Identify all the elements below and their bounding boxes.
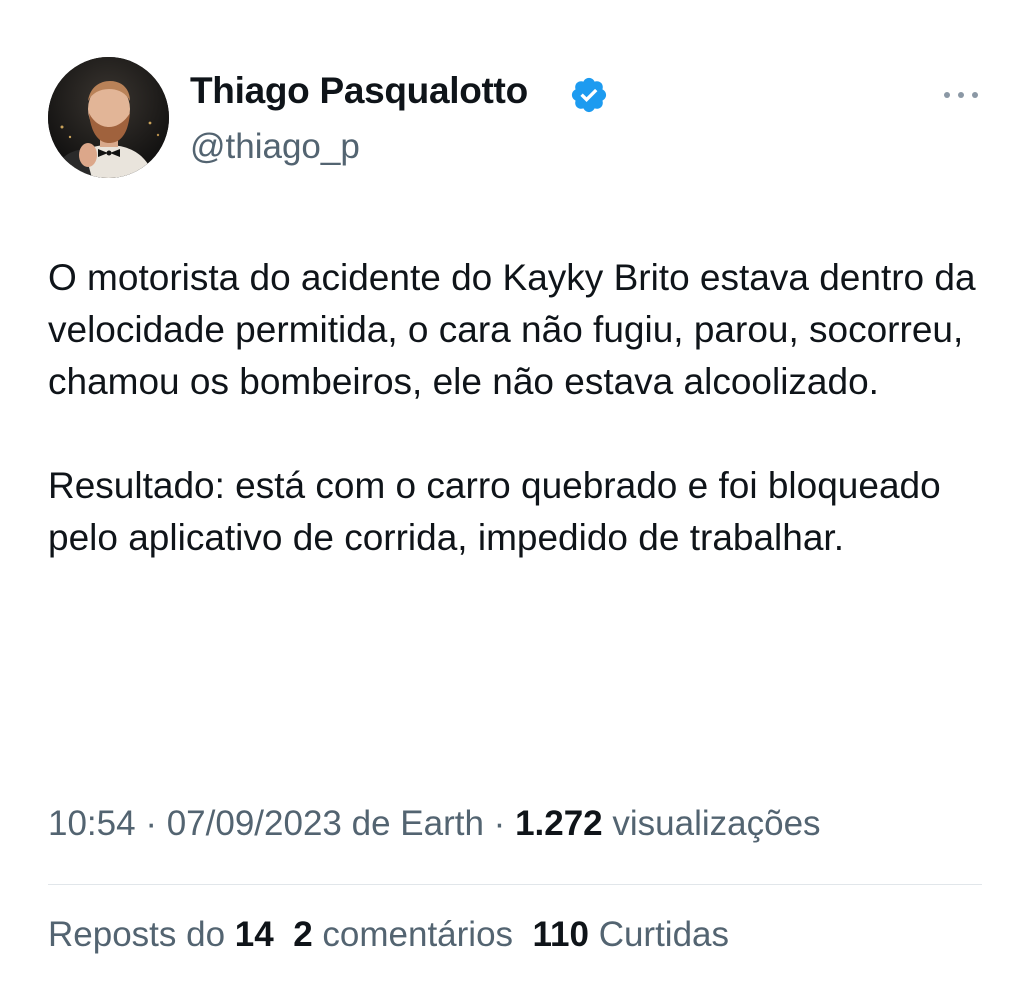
views-count: 1.272 <box>515 804 603 843</box>
divider <box>48 884 982 885</box>
comments-count: 2 <box>293 915 313 954</box>
likes-stat[interactable]: 110 Curtidas <box>532 915 729 954</box>
verified-badge-icon <box>571 77 607 113</box>
more-horizontal-icon[interactable] <box>940 82 982 108</box>
tweet-source: Earth <box>400 804 484 843</box>
source-prefix: de <box>351 804 391 843</box>
tweet-text: O motorista do acidente do Kayky Brito e… <box>48 252 998 564</box>
likes-label: Curtidas <box>598 915 730 954</box>
comments-label: comentários <box>322 915 514 954</box>
tweet-card: Thiago Pasqualotto @thiago_p O motorista… <box>0 0 1024 987</box>
tweet-meta: 10:54 · 07/09/2023 de Earth · 1.272 visu… <box>48 804 821 844</box>
reposts-count: 14 <box>234 915 274 954</box>
tweet-paragraph: O motorista do acidente do Kayky Brito e… <box>48 257 976 402</box>
meta-separator: · <box>145 804 157 843</box>
comments-stat[interactable]: 2 comentários <box>293 915 513 954</box>
likes-count: 110 <box>532 915 589 954</box>
tweet-date[interactable]: 07/09/2023 <box>167 804 342 843</box>
author-name[interactable]: Thiago Pasqualotto <box>190 70 528 112</box>
author-handle[interactable]: @thiago_p <box>190 127 360 167</box>
tweet-stats: Reposts do 14 2 comentários 110 Curtidas <box>48 915 729 955</box>
tweet-time[interactable]: 10:54 <box>48 804 136 843</box>
avatar[interactable] <box>48 57 169 178</box>
avatar-image <box>48 57 169 178</box>
views-label: visualizações <box>612 804 821 843</box>
reposts-label: Reposts do <box>48 915 226 954</box>
meta-separator: · <box>483 804 516 843</box>
reposts-stat[interactable]: Reposts do 14 <box>48 915 274 954</box>
tweet-paragraph: Resultado: está com o carro quebrado e f… <box>48 465 941 558</box>
